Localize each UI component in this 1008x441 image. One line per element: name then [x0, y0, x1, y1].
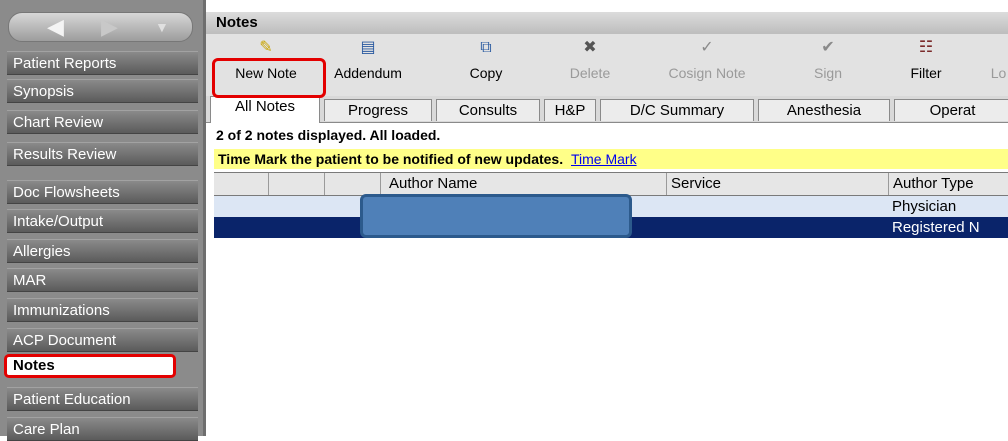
sidebar-item-care-plan[interactable]: Care Plan — [7, 417, 198, 441]
sidebar-item-immunizations[interactable]: Immunizations — [7, 298, 198, 322]
addendum-icon: ▤ — [360, 39, 376, 56]
new-note-icon: ✎ — [259, 39, 273, 56]
sidebar-item-notes[interactable]: Notes — [4, 354, 176, 378]
notes-toolbar: ✎ New Note ▤ Addendum ⧉ Copy ✖ Delete ✓ … — [206, 34, 1008, 96]
copy-icon: ⧉ — [480, 39, 492, 56]
sidebar-item-chart-review[interactable]: Chart Review — [7, 110, 198, 134]
sidebar-item-mar[interactable]: MAR — [7, 268, 198, 292]
author-type-cell: Registered N — [892, 219, 980, 236]
column-header-service[interactable]: Service — [666, 173, 888, 195]
log-button[interactable]: Lo — [986, 38, 1008, 83]
time-mark-message: Time Mark the patient to be notified of … — [218, 151, 564, 167]
column-header-blank-1[interactable] — [214, 173, 268, 195]
tab-h-and-p[interactable]: H&P — [544, 99, 596, 121]
sidebar-item-results-review[interactable]: Results Review — [7, 142, 198, 166]
chevron-down-icon[interactable]: ▼ — [155, 13, 169, 41]
notes-count-status: 2 of 2 notes displayed. All loaded. — [216, 127, 441, 143]
sidebar-item-patient-education[interactable]: Patient Education — [7, 387, 198, 411]
cosign-note-button[interactable]: ✓ Cosign Note — [658, 38, 756, 83]
time-mark-link[interactable]: Time Mark — [571, 151, 637, 167]
delete-button[interactable]: ✖ Delete — [560, 38, 620, 83]
column-header-blank-3[interactable] — [324, 173, 380, 195]
sidebar-item-allergies[interactable]: Allergies — [7, 239, 198, 263]
delete-icon: ✖ — [583, 39, 597, 56]
copy-button[interactable]: ⧉ Copy — [456, 38, 516, 83]
sign-icon: ✔ — [821, 39, 835, 56]
note-type-tabs: All Notes Progress Consults H&P D/C Summ… — [206, 96, 1008, 123]
tab-dc-summary[interactable]: D/C Summary — [600, 99, 754, 121]
column-header-author-type[interactable]: Author Type — [888, 173, 1008, 195]
tab-all-notes[interactable]: All Notes — [210, 96, 320, 123]
activity-sidebar: ◀ ▶ ▼ Patient Reports Synopsis Chart Rev… — [0, 0, 203, 441]
tab-progress[interactable]: Progress — [324, 99, 432, 121]
sign-button[interactable]: ✔ Sign — [806, 38, 850, 83]
table-header-row: Author Name Service Author Type — [214, 173, 1008, 196]
tab-anesthesia[interactable]: Anesthesia — [758, 99, 890, 121]
column-header-author-name[interactable]: Author Name — [380, 173, 666, 195]
tab-consults[interactable]: Consults — [436, 99, 540, 121]
sidebar-item-doc-flowsheets[interactable]: Doc Flowsheets — [7, 180, 198, 204]
forward-arrow-icon[interactable]: ▶ — [101, 13, 118, 41]
sidebar-item-acp-document[interactable]: ACP Document — [7, 328, 198, 352]
time-mark-banner: Time Mark the patient to be notified of … — [214, 149, 1008, 169]
sidebar-item-synopsis[interactable]: Synopsis — [7, 79, 198, 103]
tab-operative[interactable]: Operat — [894, 99, 1008, 121]
page-title: Notes — [206, 12, 1008, 34]
filter-button[interactable]: ☷ Filter — [902, 38, 950, 83]
sidebar-item-patient-reports[interactable]: Patient Reports — [7, 51, 198, 75]
back-arrow-icon[interactable]: ◀ — [47, 13, 64, 41]
new-note-highlight — [212, 58, 326, 98]
column-header-blank-2[interactable] — [268, 173, 324, 195]
sidebar-item-intake-output[interactable]: Intake/Output — [7, 209, 198, 233]
author-type-cell: Physician — [892, 198, 957, 215]
filter-icon: ☷ — [918, 39, 934, 56]
addendum-button[interactable]: ▤ Addendum — [320, 38, 416, 83]
nav-arrows[interactable]: ◀ ▶ ▼ — [8, 12, 193, 42]
redaction-box — [360, 194, 632, 238]
cosign-icon: ✓ — [700, 39, 714, 56]
